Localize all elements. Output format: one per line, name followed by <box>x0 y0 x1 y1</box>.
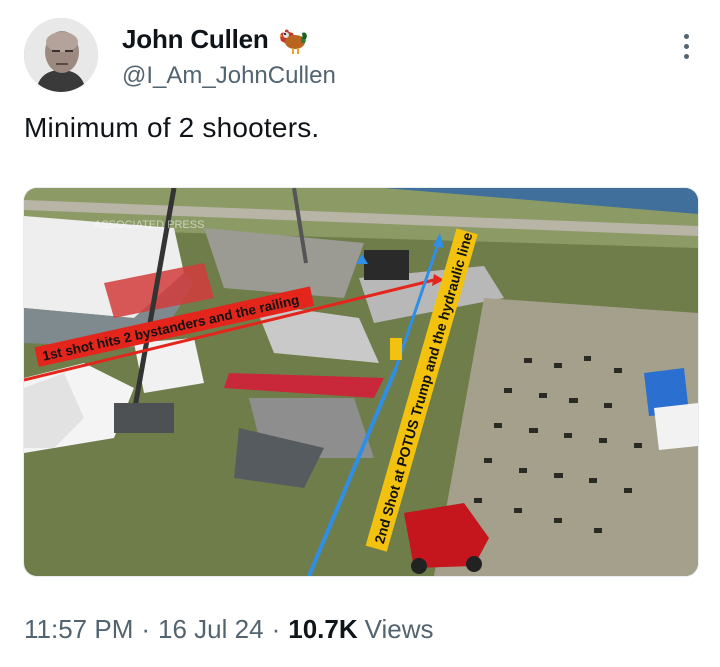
more-options-icon[interactable] <box>682 34 690 62</box>
rooster-icon <box>275 25 309 55</box>
tweet-date[interactable]: 16 Jul 24 <box>158 614 264 645</box>
avatar[interactable] <box>24 18 98 92</box>
avatar-photo <box>24 18 98 92</box>
tweet-text: Minimum of 2 shooters. <box>24 112 320 143</box>
separator-dot: · <box>271 614 281 644</box>
author-handle[interactable]: @I_Am_JohnCullen <box>122 62 336 90</box>
rally-aerial-photo: ASSOCIATED PRESS 1st shot hits 2 bystand… <box>24 188 698 576</box>
name-row: John Cullen <box>122 24 309 55</box>
ap-watermark: ASSOCIATED PRESS <box>94 219 204 231</box>
views-label[interactable]: Views <box>365 614 434 645</box>
views-count[interactable]: 10.7K <box>288 614 357 645</box>
tweet-meta: 11:57 PM · 16 Jul 24 · 10.7K Views <box>24 614 434 645</box>
tweet-time[interactable]: 11:57 PM <box>24 614 133 645</box>
author-name[interactable]: John Cullen <box>122 24 269 55</box>
separator-dot: · <box>141 614 151 644</box>
tweet-header: John Cullen @I_Am_JohnCullen <box>24 18 704 98</box>
tweet-image[interactable]: ASSOCIATED PRESS 1st shot hits 2 bystand… <box>23 187 699 577</box>
